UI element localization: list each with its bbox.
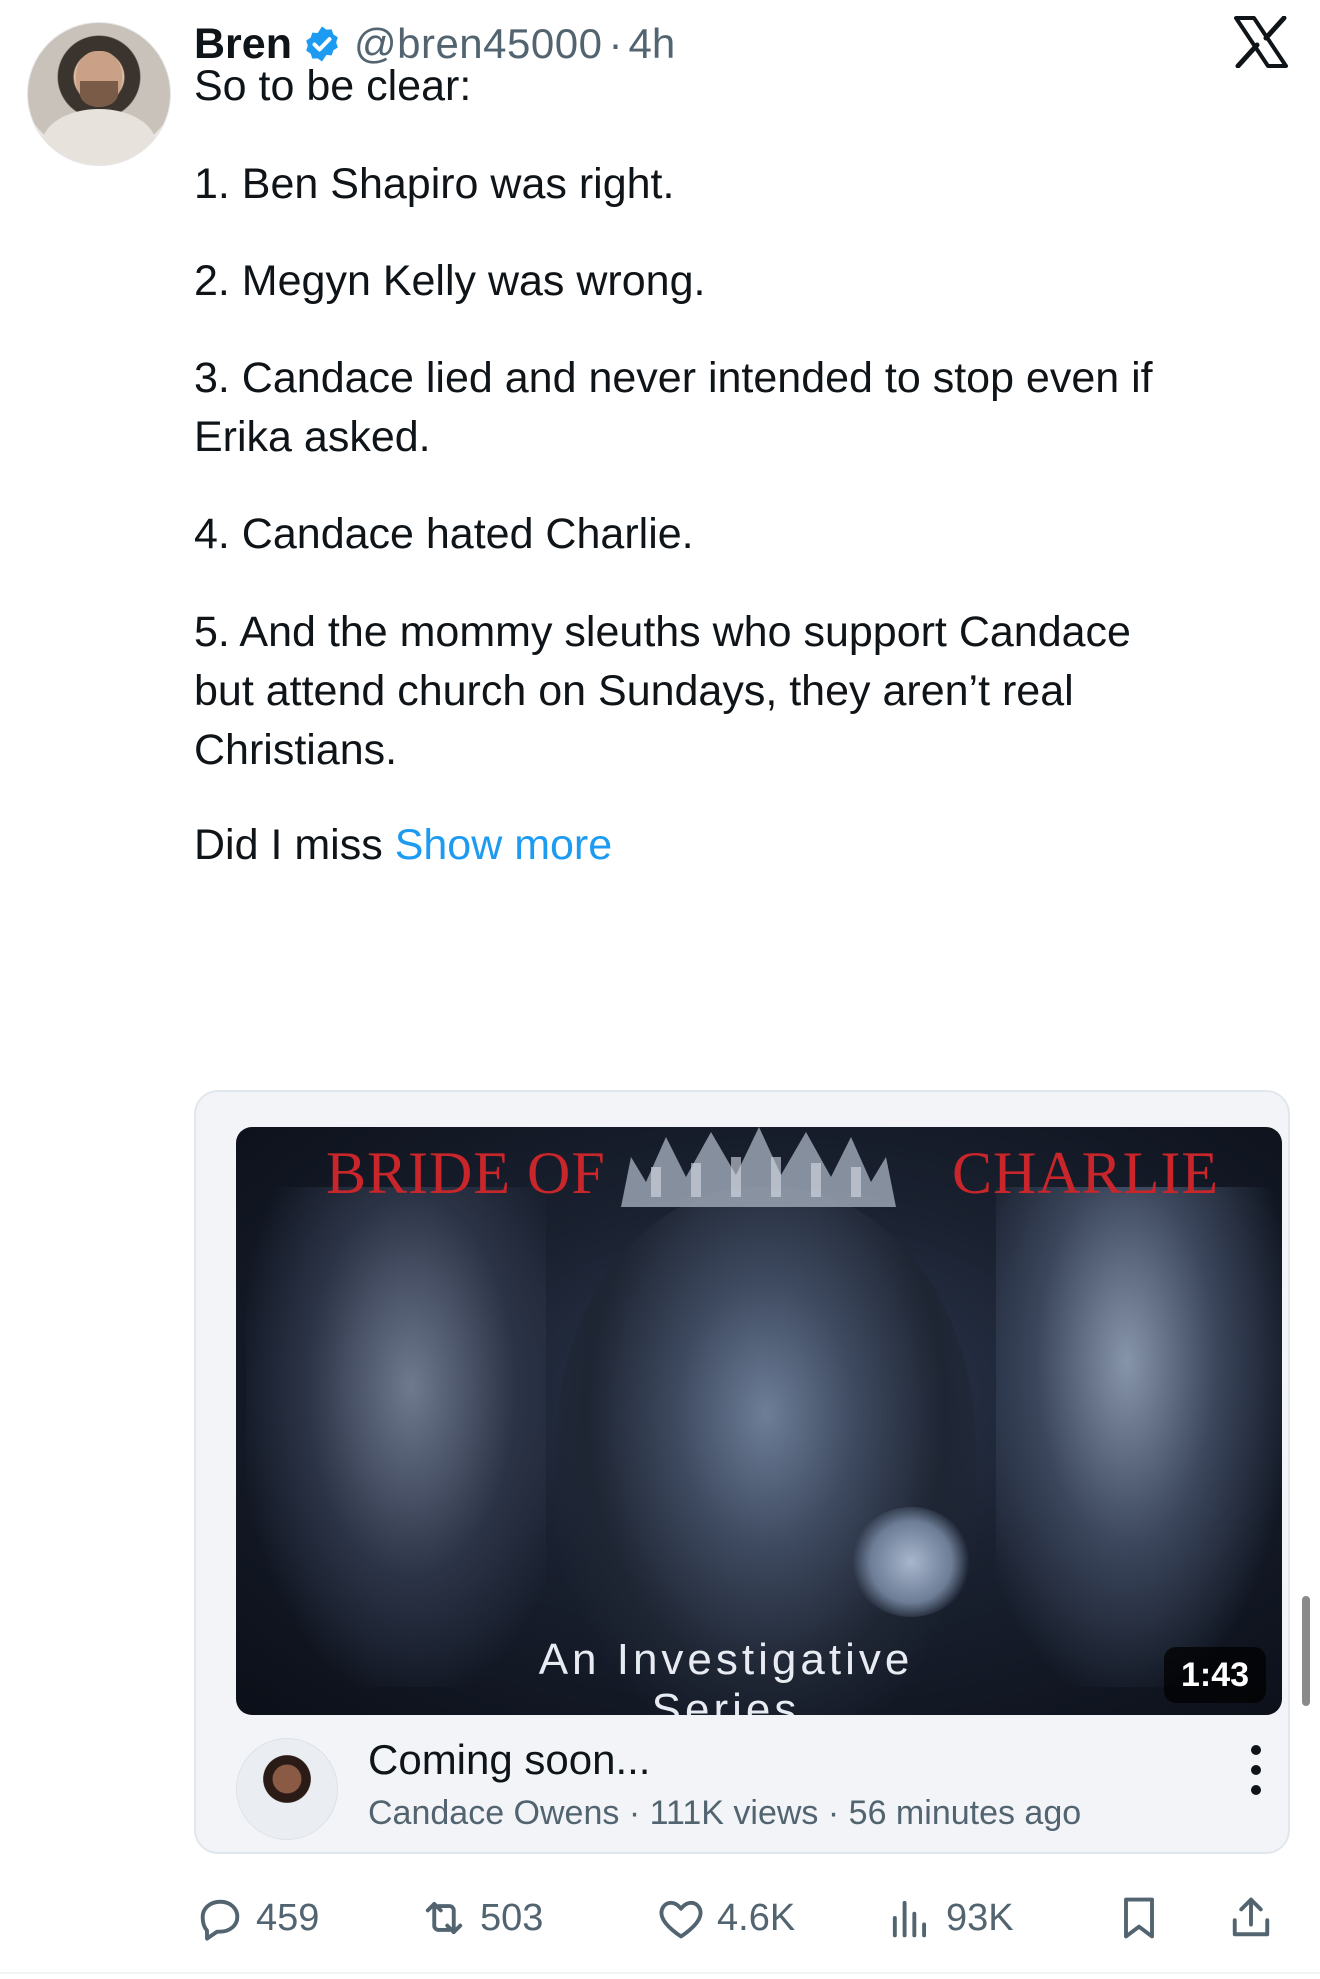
thumbnail-right-figure — [996, 1187, 1282, 1687]
tweet-line: 3. Candace lied and never intended to st… — [194, 354, 1153, 402]
repost-button[interactable]: 503 — [418, 1878, 543, 1958]
meta-separator: · — [827, 1794, 840, 1832]
thumbnail-couple-figure — [246, 1187, 546, 1687]
video-thumbnail[interactable]: BRIDE OF CHARLIE An Investigative Series… — [236, 1127, 1282, 1715]
video-title[interactable]: Coming soon... — [368, 1736, 650, 1784]
like-count: 4.6K — [717, 1896, 796, 1939]
channel-name[interactable]: Candace Owens — [368, 1794, 619, 1832]
view-count: 93K — [946, 1896, 1014, 1939]
crown-icon — [621, 1127, 896, 1207]
bookmark-icon — [1124, 1897, 1154, 1939]
avatar-beard — [80, 81, 118, 107]
divider — [0, 1972, 1320, 1974]
tweet-line: 1. Ben Shapiro was right. — [194, 160, 675, 208]
tweet-last-line: Did I miss Show more — [194, 815, 1284, 876]
share-icon — [1232, 1897, 1270, 1937]
video-views: 111K views — [649, 1794, 819, 1832]
thumbnail-title-left: BRIDE OF — [326, 1140, 606, 1206]
scrollbar[interactable] — [1302, 1596, 1310, 1706]
reply-button[interactable]: 459 — [194, 1878, 319, 1958]
share-button[interactable] — [1225, 1878, 1287, 1958]
avatar-hoodie — [42, 109, 156, 165]
video-meta: Candace Owens · 111K views · 56 minutes … — [368, 1794, 1081, 1833]
bookmark-button[interactable] — [1113, 1878, 1175, 1958]
tweet-line: 2. Megyn Kelly was wrong. — [194, 257, 706, 305]
repost-count: 503 — [480, 1896, 544, 1939]
repost-icon — [425, 1901, 463, 1935]
like-button[interactable]: 4.6K — [655, 1878, 795, 1958]
thumbnail-title-right: CHARLIE — [952, 1140, 1219, 1206]
tweet-line: 5. And the mommy sleuths who support Can… — [194, 608, 1131, 656]
views-button[interactable]: 93K — [884, 1878, 1014, 1958]
video-duration-badge: 1:43 — [1164, 1647, 1266, 1703]
video-posted-time: 56 minutes ago — [848, 1794, 1082, 1832]
more-options-icon[interactable] — [1246, 1740, 1266, 1800]
tweet-line: So to be clear: — [194, 62, 472, 110]
author-avatar[interactable] — [27, 22, 171, 166]
reply-icon — [200, 1899, 240, 1941]
heart-icon — [659, 1900, 703, 1939]
tweet-line: Did I miss — [194, 821, 383, 869]
show-more-link[interactable]: Show more — [395, 821, 612, 869]
tweet-line: Christians. — [194, 726, 398, 774]
tweet-line: but attend church on Sundays, they aren’… — [194, 667, 1074, 715]
action-bar: 459 503 4.6K 93K — [0, 1878, 1320, 1958]
thumbnail-flower — [851, 1507, 971, 1617]
reply-count: 459 — [256, 1896, 320, 1939]
channel-avatar[interactable] — [236, 1738, 338, 1840]
tweet-line: Erika asked. — [194, 413, 431, 461]
thumbnail-subtitle: An Investigative Series — [538, 1635, 914, 1715]
views-bar-chart-icon — [892, 1900, 927, 1938]
tweet-line: 4. Candace hated Charlie. — [194, 510, 694, 558]
meta-separator: · — [628, 1794, 641, 1832]
